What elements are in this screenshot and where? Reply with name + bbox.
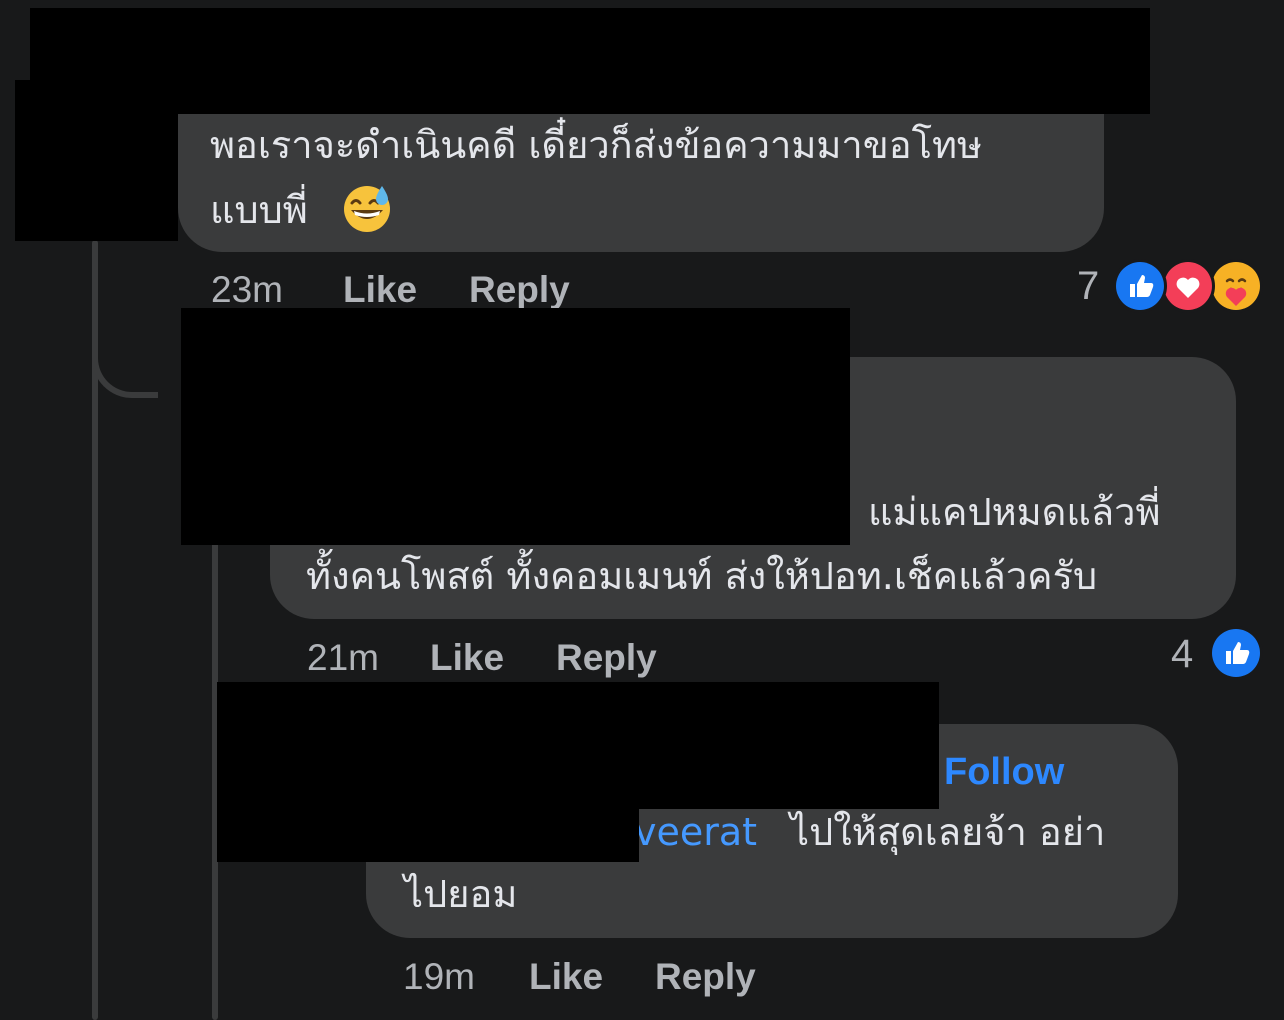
redaction-comment-3-author [217,682,939,809]
comment-1-like-button[interactable]: Like [343,269,417,311]
comment-2-reaction-count[interactable]: 4 [1171,632,1193,677]
comment-1-reaction-count[interactable]: 7 [1077,264,1099,309]
like-icon[interactable] [1113,259,1167,313]
comment-1-line-2: แบบพี่ [210,188,308,232]
comment-1-reply-button[interactable]: Reply [469,269,570,311]
comment-2-like-button[interactable]: Like [430,637,504,679]
sweat-smile-emoji [340,180,394,234]
comment-3-mention[interactable]: veerat [634,800,757,864]
comment-2-line-2: ทั้งคนโพสต์ ทั้งคอมเมนท์ ส่งให้ปอท.เช็คแ… [306,554,1098,598]
comment-3-timestamp: 19m [403,956,475,997]
comment-3-like-button[interactable]: Like [529,956,603,998]
comment-3-reply-button[interactable]: Reply [655,956,756,998]
comment-2-timestamp: 21m [307,637,379,678]
comment-1-timestamp: 23m [211,269,283,310]
like-icon[interactable] [1209,626,1263,680]
comment-2-line-1: แม่แคปหมดแล้วพี่ [868,490,1161,534]
redaction-avatar-1 [15,80,178,241]
redaction-header [30,8,1150,114]
comment-3-line-2: ไปยอม [404,872,518,916]
comment-1-line-1: พอเราจะดำเนินคดี เดี๋ยวก็ส่งข้อความมาขอโ… [210,123,983,167]
thread-curve-outer [92,300,158,398]
love-icon[interactable] [1161,259,1215,313]
redaction-comment-2-author [181,308,850,545]
redaction-comment-3-mention [217,800,639,862]
comment-2-reply-button[interactable]: Reply [556,637,657,679]
care-icon[interactable] [1209,259,1263,313]
comment-3-line-1: ไปให้สุดเลยจ้า อย่า [790,810,1106,854]
follow-button[interactable]: Follow [944,751,1064,794]
